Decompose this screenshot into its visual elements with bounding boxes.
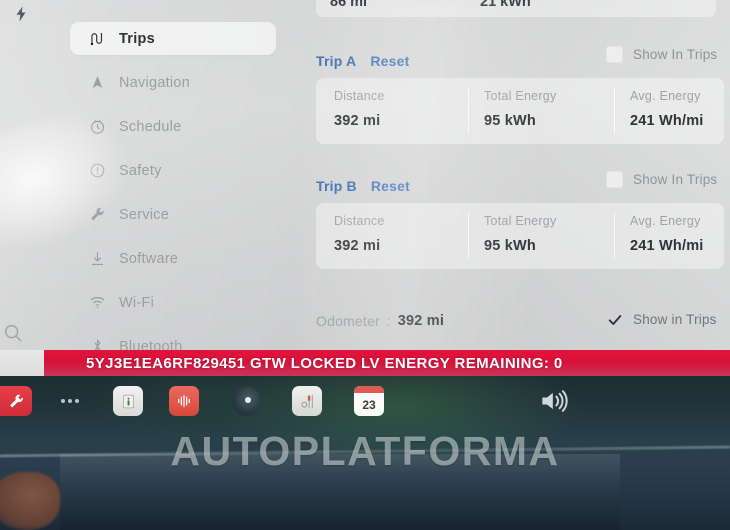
alert-circle-icon [86, 160, 108, 182]
odometer-label: Odometer [316, 313, 380, 329]
hand-reflection [0, 472, 60, 530]
cut-energy-value: 21 kWh [480, 0, 531, 10]
sidebar-item-label: Trips [119, 30, 155, 47]
sidebar-item-trips[interactable]: Trips [70, 22, 276, 55]
trip-a-show-in-trips-row[interactable]: Show In Trips [606, 46, 717, 63]
divider [614, 88, 615, 134]
vin-status-text: 5YJ3E1EA6RF829451 GTW LOCKED LV ENERGY R… [86, 354, 563, 372]
trip-a-show-label: Show In Trips [633, 47, 718, 62]
trip-a-total-energy-value: 95 kWh [484, 113, 536, 129]
trip-b-show-in-trips-row[interactable]: Show In Trips [606, 171, 717, 188]
trip-b-header: Trip B Reset [316, 177, 410, 195]
sidebar-item-label: Schedule [119, 118, 182, 135]
audio-waveform-icon[interactable] [169, 386, 199, 416]
wifi-icon [86, 292, 108, 314]
sidebar-item-safety[interactable]: Safety [70, 154, 276, 187]
trip-b-distance-value: 392 mi [334, 238, 381, 254]
info-document-icon[interactable] [113, 386, 143, 416]
trip-a-avg-energy-col: Avg. Energy 241 Wh/mi [630, 89, 704, 129]
sidebar-item-navigation[interactable]: Navigation [70, 66, 276, 99]
trip-b-total-energy-col: Total Energy 95 kWh [484, 214, 556, 254]
trip-b-label: Trip B [316, 178, 357, 194]
settings-sidebar: Trips Navigation Schedule Safety Service [62, 0, 284, 360]
download-icon [86, 248, 108, 270]
disc-circle-icon[interactable] [231, 386, 261, 416]
wrench-icon [86, 204, 108, 226]
sidebar-item-label: Navigation [119, 74, 191, 91]
odometer-row: Odometer : 392 mi [316, 311, 444, 331]
taskbar: 23 [0, 378, 730, 424]
column-header: Distance [334, 214, 385, 228]
sidebar-item-software[interactable]: Software [70, 242, 276, 275]
vin-status-banner: 5YJ3E1EA6RF829451 GTW LOCKED LV ENERGY R… [44, 350, 730, 376]
trips-panel: 86 mi 21 kWh Trip A Reset Show In Trips … [300, 0, 730, 360]
clock-icon [86, 116, 108, 138]
column-header: Total Energy [484, 214, 557, 228]
column-header: Avg. Energy [630, 89, 701, 103]
divider [468, 88, 469, 134]
trip-a-avg-energy-value: 241 Wh/mi [630, 113, 704, 129]
volume-speaker-icon[interactable] [535, 384, 573, 418]
odometer-show-label: Show in Trips [633, 312, 717, 327]
trip-b-card: Distance 392 mi Total Energy 95 kWh Avg.… [316, 203, 724, 269]
watermark-text: AUTOPLATFORMA [170, 428, 560, 474]
odometer-show-in-trips-row[interactable]: Show in Trips [606, 311, 717, 328]
cut-distance-value: 86 mi [330, 0, 368, 10]
more-dots-icon[interactable] [55, 386, 85, 416]
trip-b-distance-col: Distance 392 mi [334, 214, 385, 254]
calendar-icon[interactable]: 23 [354, 386, 384, 416]
navigation-arrow-icon [86, 72, 108, 94]
odometer-show-checkmark-icon[interactable] [606, 311, 623, 328]
trip-a-distance-col: Distance 392 mi [334, 89, 385, 129]
column-header: Distance [334, 89, 385, 103]
divider [614, 213, 615, 259]
trip-a-reset-button[interactable]: Reset [370, 53, 409, 69]
sidebar-item-label: Safety [119, 162, 162, 179]
column-header: Avg. Energy [630, 214, 701, 228]
sidebar-item-service[interactable]: Service [70, 198, 276, 231]
calendar-day-number: 23 [362, 397, 376, 412]
sidebar-item-label: Software [119, 250, 179, 267]
column-header: Total Energy [484, 89, 557, 103]
trip-a-card: Distance 392 mi Total Energy 95 kWh Avg.… [316, 78, 724, 144]
trip-a-distance-value: 392 mi [334, 113, 381, 129]
search-icon[interactable] [2, 322, 24, 344]
left-rail [0, 0, 62, 360]
trip-a-header: Trip A Reset [316, 52, 410, 70]
trip-b-reset-button[interactable]: Reset [371, 178, 410, 194]
mixer-slider-icon[interactable] [292, 386, 322, 416]
sidebar-item-label: Wi-Fi [119, 294, 155, 311]
trips-route-icon [86, 28, 108, 50]
trip-a-label: Trip A [316, 53, 357, 69]
sidebar-item-label: Service [119, 206, 170, 223]
car-touchscreen: Trips Navigation Schedule Safety Service [0, 0, 730, 360]
odometer-value: 392 mi [397, 313, 445, 329]
sidebar-item-wifi[interactable]: Wi-Fi [70, 286, 276, 319]
trip-a-total-energy-col: Total Energy 95 kWh [484, 89, 556, 129]
trip-a-show-checkbox[interactable] [606, 46, 623, 63]
banner-left-cap [0, 350, 46, 376]
trip-b-show-checkbox[interactable] [606, 171, 623, 188]
divider [468, 213, 469, 259]
odometer-separator: : [386, 313, 391, 329]
vehicle-interior-background: 23 AUTOPLATFORMA [0, 376, 730, 530]
trip-b-avg-energy-value: 241 Wh/mi [630, 238, 704, 254]
wrench-tool-icon[interactable] [0, 386, 32, 416]
lightning-bolt-icon [12, 5, 30, 23]
sidebar-item-schedule[interactable]: Schedule [70, 110, 276, 143]
previous-trip-card-cut: 86 mi 21 kWh [316, 0, 716, 17]
trip-b-avg-energy-col: Avg. Energy 241 Wh/mi [630, 214, 704, 254]
trip-b-total-energy-value: 95 kWh [484, 238, 536, 254]
trip-b-show-label: Show In Trips [633, 172, 718, 187]
